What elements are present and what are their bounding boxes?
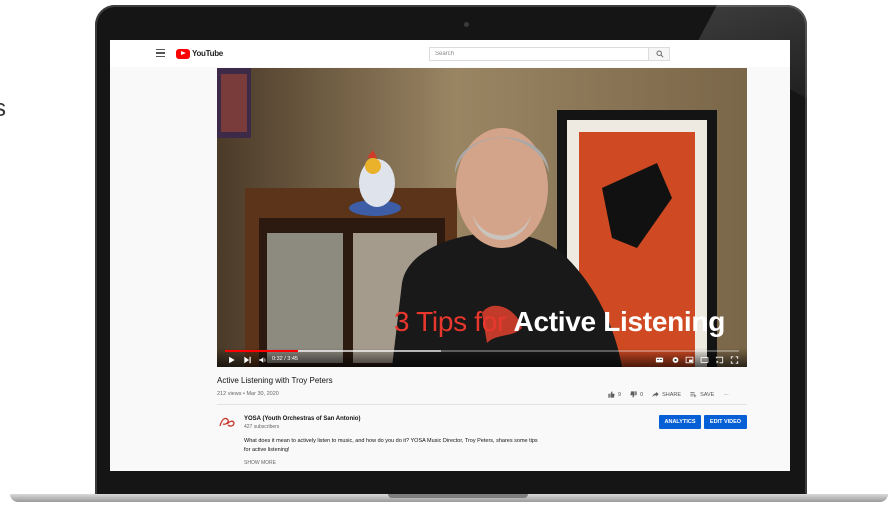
laptop-screen: YouTube Search 3 Tips for Active Listeni… bbox=[110, 40, 790, 471]
next-icon[interactable] bbox=[243, 356, 252, 364]
laptop-base bbox=[10, 494, 888, 502]
progress-bar[interactable] bbox=[225, 350, 739, 352]
search-box bbox=[429, 47, 670, 61]
channel-avatar[interactable] bbox=[218, 415, 236, 429]
progress-fill bbox=[225, 350, 298, 352]
more-actions-icon: ··· bbox=[723, 391, 729, 398]
edit-video-button[interactable]: EDIT VIDEO bbox=[704, 415, 747, 429]
youtube-play-logo-icon bbox=[176, 48, 190, 59]
like-button[interactable]: 9 bbox=[608, 391, 621, 398]
theater-mode-icon[interactable] bbox=[700, 356, 709, 364]
search-icon bbox=[656, 50, 664, 58]
like-count: 9 bbox=[618, 391, 622, 398]
thumbs-up-icon bbox=[608, 391, 615, 398]
video-title: Active Listening with Troy Peters bbox=[217, 376, 333, 385]
fullscreen-icon[interactable] bbox=[730, 356, 739, 364]
save-button[interactable]: SAVE bbox=[690, 391, 714, 398]
save-playlist-icon bbox=[690, 392, 697, 398]
video-actions: 9 0 SHARE SAVE ··· bbox=[608, 391, 738, 398]
divider bbox=[217, 404, 747, 405]
laptop-base-notch bbox=[388, 494, 528, 498]
subtitles-icon[interactable] bbox=[655, 356, 664, 364]
video-overlay-title: 3 Tips for Active Listening bbox=[393, 306, 725, 337]
volume-icon[interactable] bbox=[258, 356, 267, 364]
search-button[interactable] bbox=[648, 48, 669, 60]
share-label: SHARE bbox=[662, 391, 682, 398]
settings-gear-icon[interactable] bbox=[671, 356, 680, 364]
cast-icon[interactable] bbox=[715, 356, 724, 364]
video-player[interactable]: 3 Tips for Active Listening 0:32 / 3:45 bbox=[217, 68, 747, 367]
video-meta: 212 views • Mar 30, 2020 bbox=[217, 391, 279, 397]
save-label: SAVE bbox=[700, 391, 715, 398]
cropped-edge-text: s bbox=[0, 95, 6, 122]
thumbs-down-icon bbox=[630, 391, 637, 398]
show-more-link[interactable]: SHOW MORE bbox=[244, 460, 276, 466]
search-input[interactable] bbox=[430, 48, 649, 60]
share-arrow-icon bbox=[652, 391, 659, 398]
time-display: 0:32 / 3:45 bbox=[272, 356, 298, 362]
dislike-count: 0 bbox=[640, 391, 644, 398]
webcam bbox=[464, 22, 469, 27]
more-actions-button[interactable]: ··· bbox=[723, 392, 729, 398]
video-description: What does it mean to actively listen to … bbox=[244, 438, 538, 453]
youtube-logo-text: YouTube bbox=[192, 49, 223, 58]
channel-name[interactable]: YOSA (Youth Orchestras of San Antonio) bbox=[244, 416, 360, 422]
youtube-logo[interactable]: YouTube bbox=[176, 48, 223, 59]
dislike-button[interactable]: 0 bbox=[630, 391, 643, 398]
analytics-button[interactable]: ANALYTICS bbox=[659, 415, 701, 429]
hamburger-menu-icon[interactable] bbox=[156, 49, 165, 57]
play-icon[interactable] bbox=[227, 356, 236, 364]
youtube-header: YouTube bbox=[110, 40, 790, 67]
share-button[interactable]: SHARE bbox=[652, 391, 681, 398]
miniplayer-icon[interactable] bbox=[685, 356, 694, 364]
player-controls: 0:32 / 3:45 bbox=[217, 348, 747, 367]
subscriber-count: 427 subscribers bbox=[244, 424, 280, 430]
